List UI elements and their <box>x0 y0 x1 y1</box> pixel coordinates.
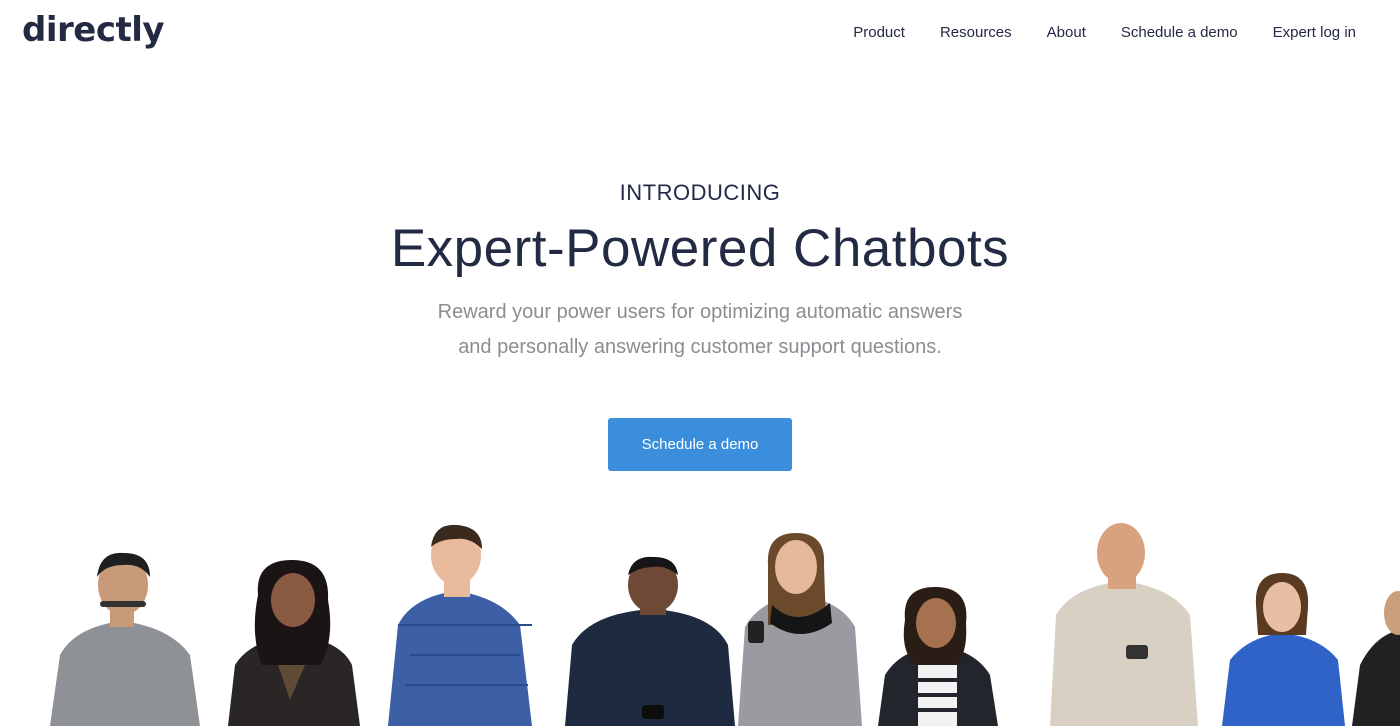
person-4 <box>565 556 735 726</box>
nav-about[interactable]: About <box>1047 24 1086 41</box>
nav-product[interactable]: Product <box>853 24 905 41</box>
person-6 <box>878 587 998 726</box>
schedule-demo-button[interactable]: Schedule a demo <box>608 418 792 471</box>
person-2 <box>228 560 360 726</box>
people-illustration <box>0 515 1400 726</box>
person-8 <box>1222 573 1345 726</box>
site-header: directly Product Resources About Schedul… <box>0 0 1400 70</box>
main-nav: Product Resources About Schedule a demo … <box>853 24 1356 41</box>
hero-section: INTRODUCING Expert-Powered Chatbots Rewa… <box>0 180 1400 365</box>
hero-eyebrow: INTRODUCING <box>619 180 781 205</box>
person-9 <box>1352 591 1400 726</box>
person-7 <box>1050 523 1198 726</box>
hero-subtext: Reward your power users for optimizing a… <box>0 295 1400 365</box>
hero-subtext-line-1: Reward your power users for optimizing a… <box>437 301 963 323</box>
directly-logo[interactable]: directly <box>22 10 165 50</box>
people-image <box>50 523 1400 726</box>
person-1 <box>50 552 200 726</box>
hero-headline: Expert-Powered Chatbots <box>390 219 1010 278</box>
person-5 <box>738 533 862 726</box>
person-3 <box>388 524 532 726</box>
nav-schedule-demo[interactable]: Schedule a demo <box>1121 24 1238 41</box>
nav-resources[interactable]: Resources <box>940 24 1012 41</box>
nav-expert-login[interactable]: Expert log in <box>1273 24 1356 41</box>
hero-subtext-line-2: and personally answering customer suppor… <box>458 336 942 358</box>
